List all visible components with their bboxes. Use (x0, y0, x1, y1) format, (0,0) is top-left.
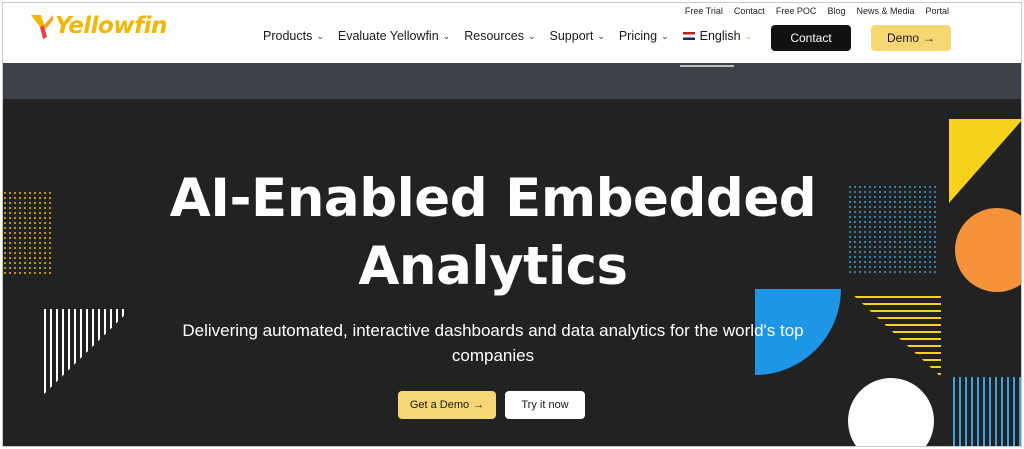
blue-stripes-decoration (953, 377, 1021, 446)
utility-free-trial-link[interactable]: Free Trial (685, 6, 723, 16)
get-a-demo-button[interactable]: Get a Demo → (398, 391, 496, 419)
nav-item-evaluate[interactable]: Evaluate Yellowfin ⌄ (338, 29, 450, 43)
nav-item-label: Resources (464, 29, 524, 43)
demo-button-label: Demo (886, 31, 919, 45)
site-header: Yellowfin Free Trial Contact Free POC Bl… (3, 3, 1021, 63)
uk-flag-icon (682, 32, 695, 40)
nav-active-underline (680, 65, 734, 67)
hero-section: AI-Enabled Embedded Analytics Delivering… (3, 99, 1021, 446)
yellow-striped-triangle-decoration (851, 296, 941, 375)
browser-viewport: Yellowfin Free Trial Contact Free POC Bl… (2, 2, 1022, 447)
hero-title-line-1: AI-Enabled Embedded (169, 168, 817, 229)
yellowfin-logo[interactable]: Yellowfin (31, 11, 167, 41)
hero-top-band (3, 63, 1021, 99)
contact-button[interactable]: Contact (771, 25, 851, 51)
arrow-right-icon: → (473, 399, 485, 411)
chevron-down-icon: ⌄ (442, 30, 451, 41)
nav-item-label: Support (549, 29, 594, 43)
nav-item-resources[interactable]: Resources ⌄ (464, 29, 535, 43)
utility-contact-link[interactable]: Contact (734, 6, 765, 16)
chevron-down-icon: ⌄ (661, 30, 669, 41)
demo-button[interactable]: Demo → (871, 25, 951, 51)
contact-button-label: Contact (790, 31, 832, 45)
utility-free-poc-link[interactable]: Free POC (776, 6, 817, 16)
chevron-down-icon: ⌄ (744, 30, 753, 41)
nav-item-products[interactable]: Products ⌄ (263, 29, 324, 43)
chevron-down-icon: ⌄ (316, 30, 324, 41)
utility-nav: Free Trial Contact Free POC Blog News & … (685, 6, 949, 16)
language-selector[interactable]: English ⌄ (682, 29, 753, 43)
hero-title-line-2: Analytics (358, 236, 628, 297)
nav-item-support[interactable]: Support ⌄ (550, 29, 605, 43)
get-a-demo-label: Get a Demo (409, 399, 470, 411)
chevron-down-icon: ⌄ (597, 30, 605, 41)
nav-item-label: Products (263, 29, 313, 43)
nav-item-pricing[interactable]: Pricing ⌄ (619, 29, 669, 43)
utility-portal-link[interactable]: Portal (925, 6, 949, 16)
white-circle-decoration (848, 378, 934, 446)
language-label: English (699, 29, 741, 43)
logo-text: Yellowfin (55, 13, 167, 39)
main-nav: Products ⌄ Evaluate Yellowfin ⌄ Resource… (263, 29, 752, 43)
nav-item-label: Pricing (618, 29, 658, 43)
left-striped-triangle-decoration (44, 309, 124, 397)
utility-news-media-link[interactable]: News & Media (856, 6, 914, 16)
utility-blog-link[interactable]: Blog (827, 6, 845, 16)
arrow-right-icon: → (923, 31, 935, 45)
hero-title: AI-Enabled Embedded Analytics (3, 165, 983, 301)
logo-mark-icon (31, 15, 53, 39)
try-it-now-label: Try it now (521, 399, 569, 411)
nav-item-label: Evaluate Yellowfin (337, 29, 439, 43)
try-it-now-button[interactable]: Try it now (505, 391, 585, 419)
hero-subtitle: Delivering automated, interactive dashbo… (182, 321, 804, 365)
chevron-down-icon: ⌄ (527, 30, 536, 41)
